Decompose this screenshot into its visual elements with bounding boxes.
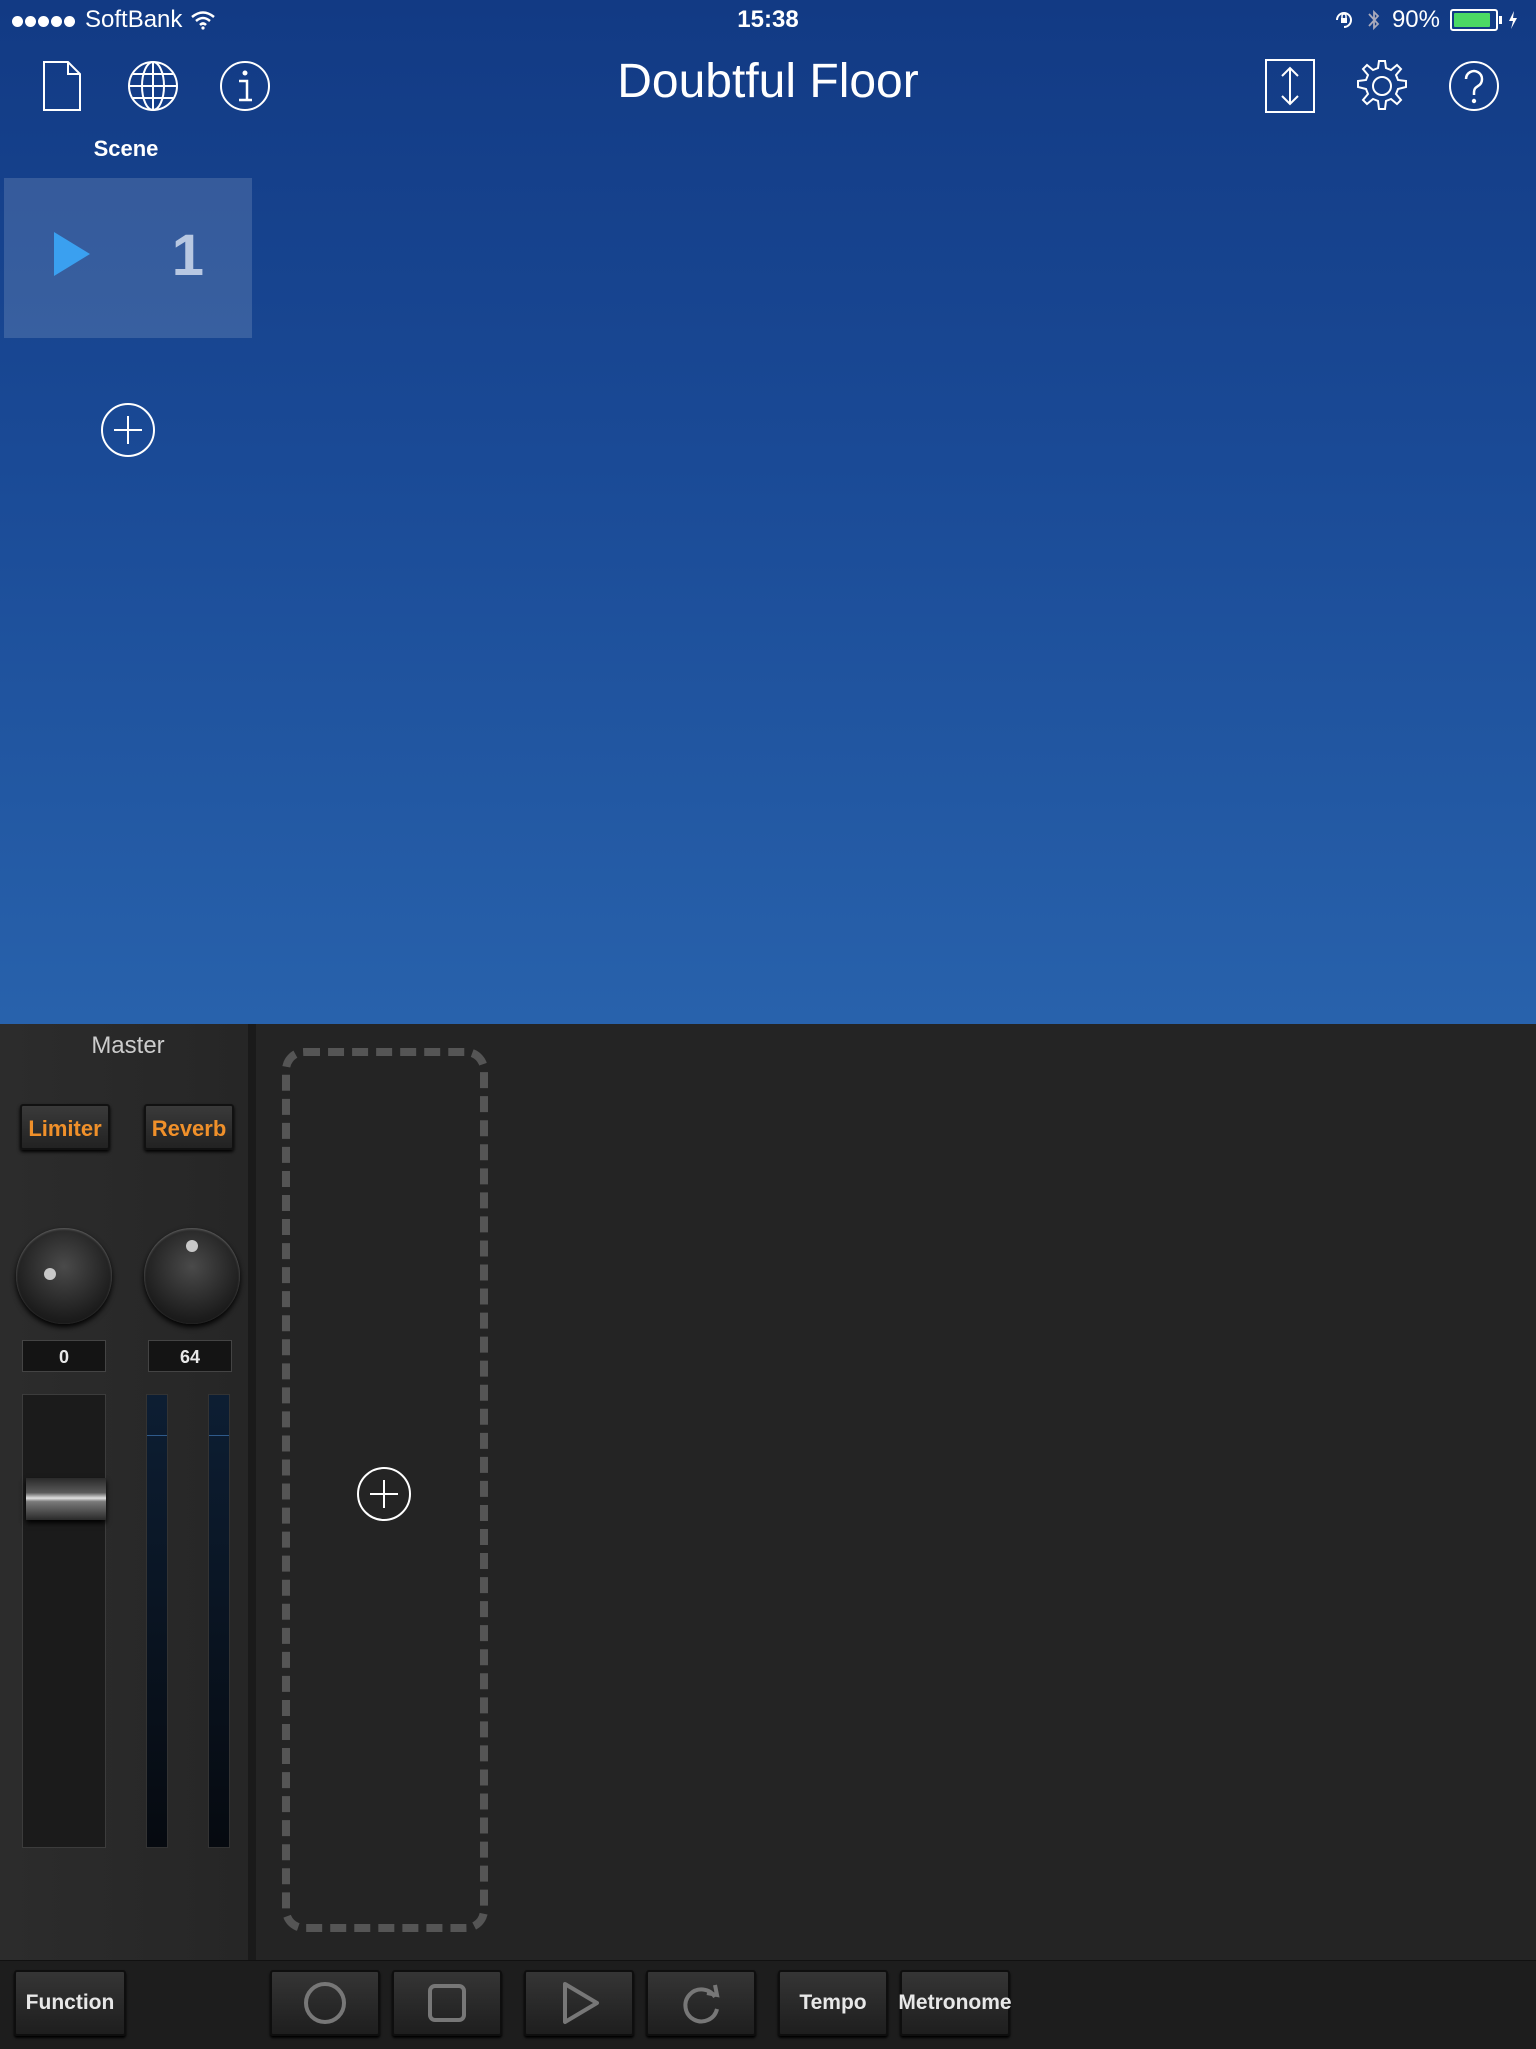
master-title: Master: [91, 1032, 165, 1059]
scene-label: Scene: [93, 136, 159, 161]
battery-percent: 90%: [1391, 6, 1440, 33]
record-button[interactable]: [270, 1970, 380, 2036]
help-button[interactable]: [1444, 56, 1504, 116]
add-track-button[interactable]: [356, 1466, 412, 1522]
charging-icon: [1508, 10, 1518, 30]
resize-button[interactable]: [1260, 56, 1320, 116]
scene-number: 1: [171, 223, 204, 288]
limiter-button[interactable]: Limiter: [20, 1104, 110, 1150]
tempo-button[interactable]: Tempo: [778, 1970, 888, 2036]
gear-icon: [1357, 60, 1407, 110]
bluetooth-icon: [1366, 8, 1382, 32]
reverb-button[interactable]: Reverb: [144, 1104, 234, 1150]
transport-toolbar: [0, 1960, 1536, 2049]
help-icon: [1449, 61, 1499, 111]
resize-icon: [1265, 59, 1315, 113]
plus-circle-icon: [357, 1467, 411, 1521]
master-fader-track[interactable]: [22, 1394, 106, 1848]
loop-button[interactable]: [646, 1970, 756, 2036]
scene-play-icon[interactable]: [50, 230, 94, 278]
play-icon: [563, 1982, 599, 2024]
limiter-knob[interactable]: [16, 1228, 112, 1324]
stop-icon: [428, 1984, 466, 2022]
record-icon: [304, 1982, 346, 2024]
reverb-value: 64: [148, 1340, 232, 1372]
master-fader-handle[interactable]: [26, 1478, 106, 1520]
loop-icon: [683, 1984, 720, 2024]
settings-button[interactable]: [1352, 56, 1412, 116]
rotation-lock-icon: [1332, 9, 1356, 31]
play-button[interactable]: [524, 1970, 634, 2036]
function-button[interactable]: Function: [14, 1970, 126, 2036]
level-meter-right: [208, 1394, 230, 1848]
stop-button[interactable]: [392, 1970, 502, 2036]
reverb-knob[interactable]: [144, 1228, 240, 1324]
status-time: 15:38: [737, 6, 799, 33]
plus-circle-icon: [101, 403, 155, 457]
battery-icon: [1450, 9, 1502, 31]
status-bar: SoftBank 15:38 90%: [0, 0, 1536, 40]
metronome-button[interactable]: Metronome: [898, 1970, 1012, 2036]
limiter-value: 0: [22, 1340, 106, 1372]
add-scene-button[interactable]: [100, 402, 156, 458]
scene-cell[interactable]: 1: [4, 178, 252, 338]
level-meter-left: [146, 1394, 168, 1848]
